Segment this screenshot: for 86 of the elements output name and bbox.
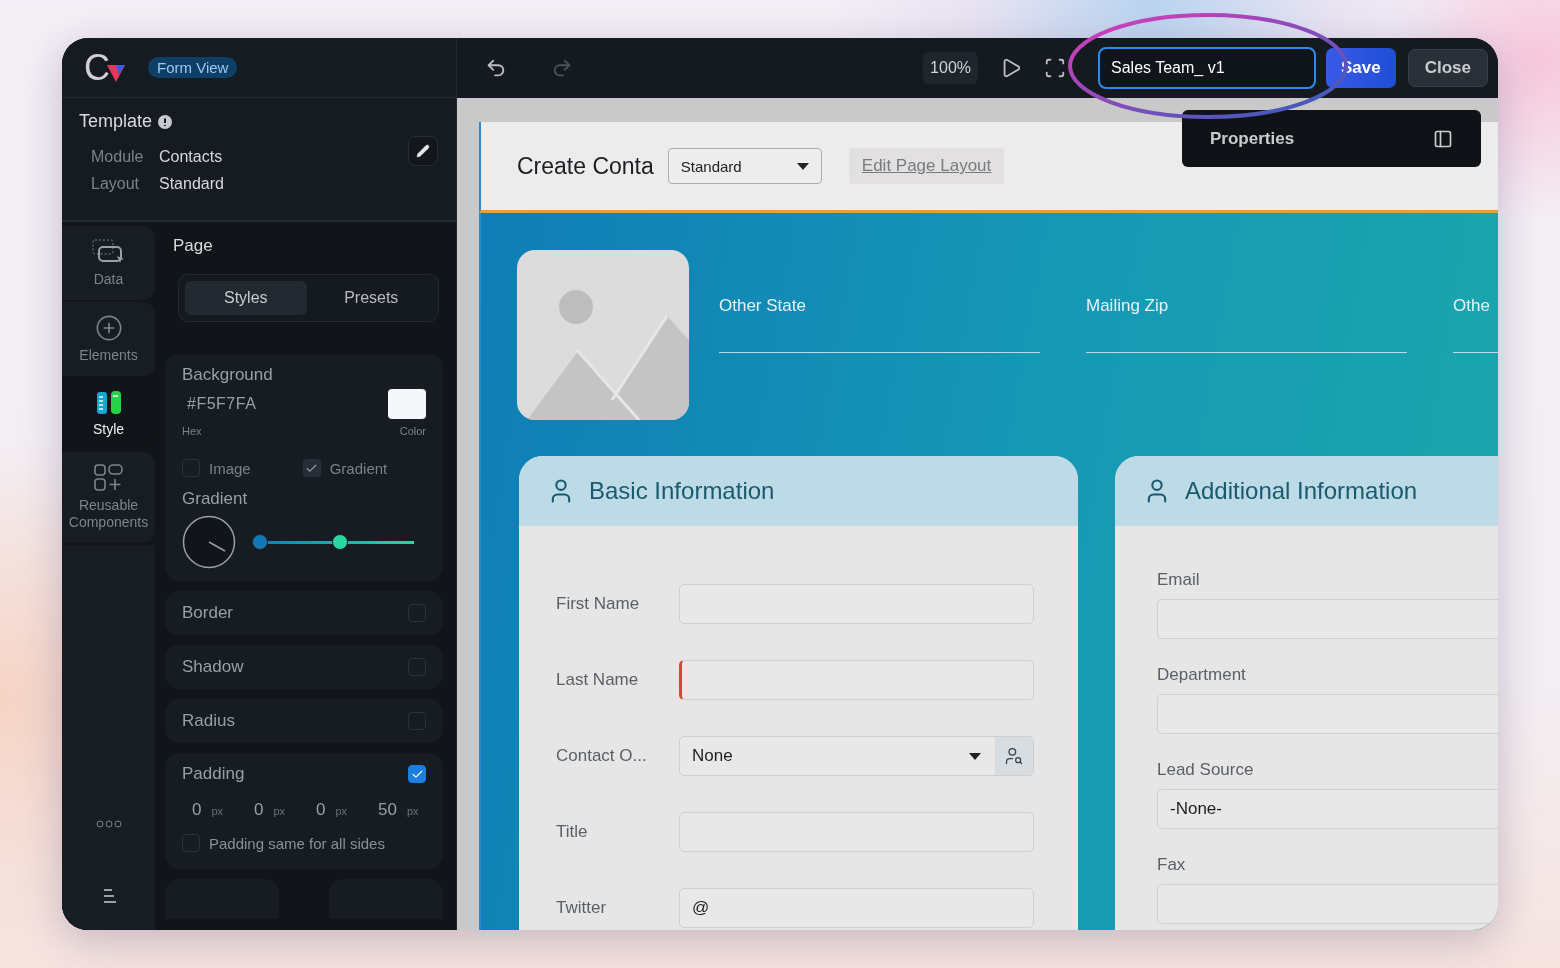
input-field[interactable]: @ — [679, 888, 1034, 928]
field-label: Lead Source — [1157, 760, 1255, 780]
nav-item[interactable]: Reusable Components — [62, 452, 155, 543]
view-badge: Form View — [148, 57, 238, 78]
undo-icon[interactable] — [485, 57, 507, 79]
tab[interactable]: Presets — [310, 281, 432, 315]
unit-label: px — [273, 805, 286, 817]
input-field[interactable] — [1157, 694, 1498, 734]
slider-thumb[interactable] — [332, 534, 349, 550]
template-value: Standard — [159, 175, 224, 193]
field-label: Twitter — [556, 898, 608, 918]
unit-label: px — [335, 805, 348, 817]
input-field[interactable] — [679, 584, 1034, 624]
option-label: Image — [209, 459, 251, 477]
option-label: Shadow — [182, 657, 244, 677]
components-icon — [93, 464, 124, 492]
unit-label: px — [211, 805, 224, 817]
zoom-level[interactable]: 100% — [923, 52, 978, 84]
template-label: Layout — [91, 175, 141, 193]
input-field[interactable] — [1157, 884, 1498, 924]
template-title: Template — [79, 111, 173, 132]
close-button[interactable]: Close — [1407, 49, 1488, 87]
contact-search-icon[interactable] — [995, 737, 1033, 775]
panel-title: Page — [172, 236, 214, 256]
input-field[interactable]: None — [679, 736, 1034, 776]
field-label: Title — [556, 822, 589, 842]
caret-icon — [969, 752, 981, 760]
style-icon — [95, 390, 122, 416]
padding-value[interactable]: 0 — [316, 800, 326, 820]
template-value: Contacts — [159, 148, 224, 166]
field-label: Othe — [1453, 296, 1491, 316]
checkbox[interactable] — [408, 765, 426, 783]
slider-thumb[interactable] — [252, 534, 268, 550]
hex-label: Hex — [182, 425, 202, 437]
properties-label: Properties — [1210, 128, 1295, 149]
option-label: Radius — [182, 711, 235, 731]
field-label: Email — [1157, 570, 1201, 590]
field-label: Last Name — [556, 670, 640, 690]
nav-item[interactable]: Elements — [62, 302, 155, 376]
template-label: Module — [91, 148, 145, 166]
name-field[interactable]: Sales Team_ v1 — [1098, 47, 1316, 89]
info-icon — [158, 114, 173, 129]
caret-icon — [796, 162, 809, 170]
edit-button[interactable] — [408, 136, 438, 166]
section-title: Additional Information — [1185, 477, 1418, 505]
pencil-icon — [416, 144, 430, 158]
menu-icon[interactable] — [101, 888, 116, 904]
field-label: Mailing Zip — [1086, 296, 1170, 316]
color-label: Color — [399, 425, 426, 437]
app-logo: C — [84, 49, 126, 86]
section-title: Basic Information — [589, 477, 775, 505]
section-label: Gradient — [182, 489, 249, 509]
properties-panel[interactable]: Properties — [1182, 110, 1481, 167]
section-label: Background — [182, 365, 274, 385]
angle-dial[interactable] — [182, 515, 236, 569]
field-label: Fax — [1157, 855, 1187, 875]
unit-label: px — [406, 805, 419, 817]
tab[interactable]: Styles — [185, 281, 307, 315]
checkbox[interactable] — [302, 459, 321, 477]
option-label: Gradient — [329, 459, 388, 477]
field-label: Other State — [719, 296, 807, 316]
field-label: Department — [1157, 665, 1247, 685]
padding-value[interactable]: 0 — [254, 800, 264, 820]
layout-dropdown[interactable]: Standard — [667, 148, 822, 184]
underline-field[interactable] — [1086, 352, 1407, 353]
field-label: Contact O... — [556, 746, 648, 766]
padding-value[interactable]: 0 — [192, 800, 202, 820]
hex-value[interactable]: #F5F7FA — [182, 395, 257, 413]
input-field[interactable] — [679, 812, 1034, 852]
add-circle-icon — [94, 314, 123, 342]
more-icon[interactable] — [95, 820, 122, 828]
option-label: Padding — [182, 764, 245, 784]
field-label: First Name — [556, 594, 641, 614]
underline-field[interactable] — [719, 352, 1040, 353]
input-field[interactable] — [679, 660, 1034, 700]
form-title: Create Conta — [517, 152, 654, 180]
panel-icon[interactable] — [1433, 128, 1453, 149]
fullscreen-icon[interactable] — [1044, 57, 1066, 79]
input-field[interactable] — [1157, 599, 1498, 639]
nav-item[interactable]: Data — [62, 226, 155, 300]
image-placeholder[interactable] — [517, 250, 689, 420]
color-swatch[interactable] — [388, 389, 426, 419]
input-field[interactable]: -None- — [1157, 789, 1498, 829]
padding-value[interactable]: 50 — [378, 800, 397, 820]
option-label: Border — [182, 603, 234, 623]
option-label: Padding same for all sides — [209, 834, 385, 852]
